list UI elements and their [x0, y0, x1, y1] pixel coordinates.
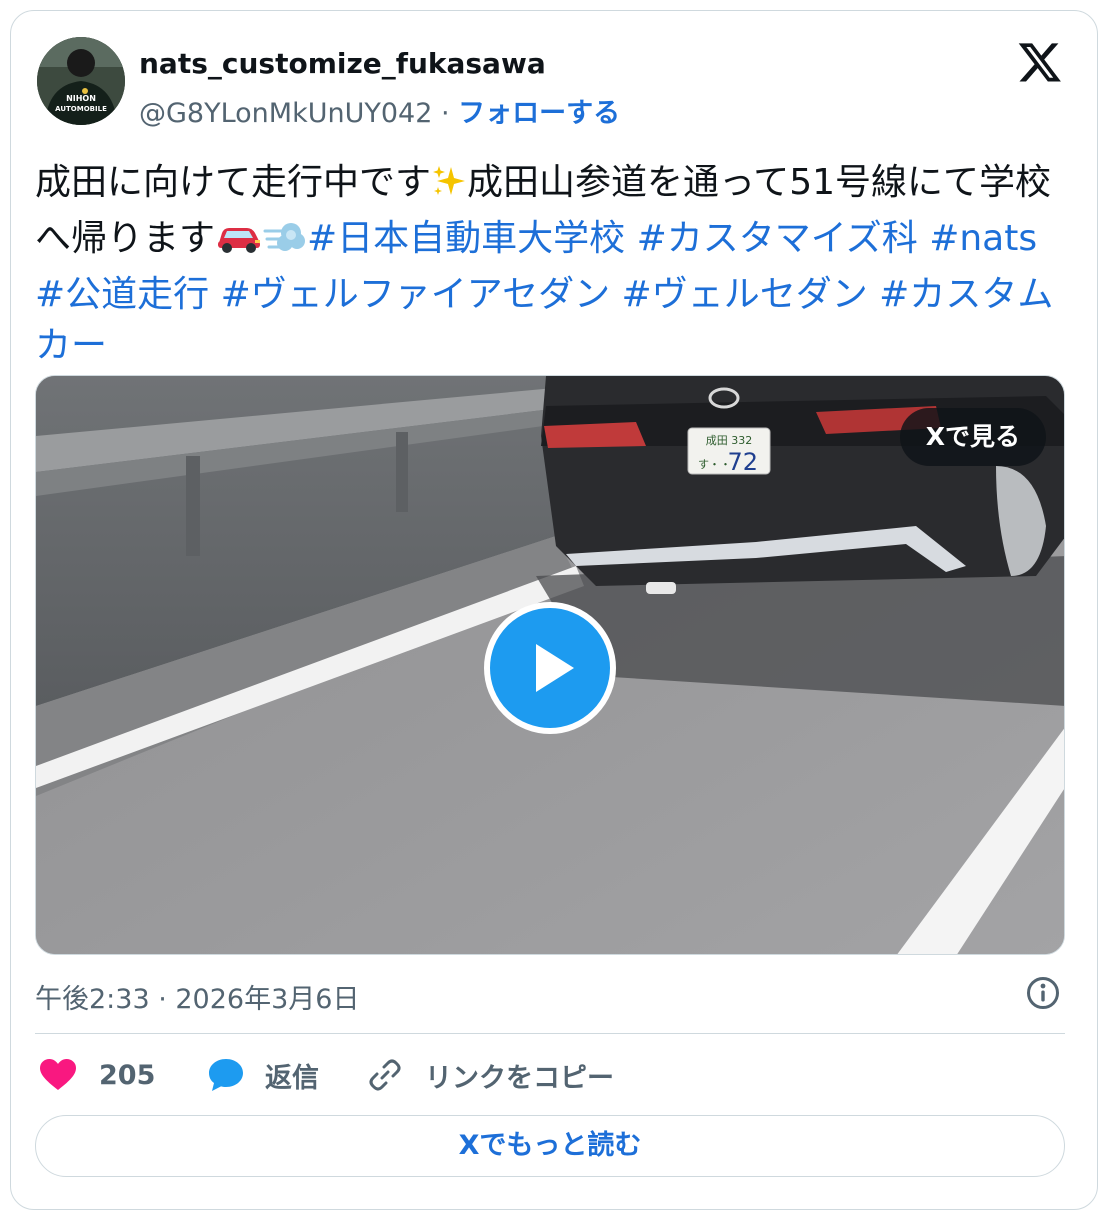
copy-link-button[interactable]: リンクをコピー	[367, 1055, 614, 1095]
video-thumbnail[interactable]: 成田 332 す・・ 72 Xで見る	[35, 375, 1065, 955]
avatar-badge-line1: NIHON	[66, 94, 96, 103]
play-icon	[536, 644, 574, 692]
like-count: 205	[99, 1059, 156, 1091]
hashtag-3[interactable]: #nats	[929, 218, 1037, 259]
read-more-on-x-button[interactable]: Xでもっと読む	[35, 1115, 1065, 1177]
info-icon[interactable]	[1025, 975, 1061, 1011]
sparkles-icon	[431, 162, 467, 213]
avatar-badge-line2: AUTOMOBILE	[55, 105, 107, 113]
tweet-text: 成田に向けて走行中です 成田山参道を通って51号線にて学校へ帰ります #日本自動車大…	[35, 157, 1065, 371]
car-emoji-icon	[215, 218, 263, 269]
plate-number-text: 72	[727, 448, 758, 476]
plate-top-text: 成田 332	[706, 434, 753, 447]
author-display-name[interactable]: nats_customize_fukasawa	[139, 47, 546, 80]
hashtag-5[interactable]: #ヴェルファイアセダン	[221, 274, 610, 315]
author-handle-line: @G8YLonMkUnUY042 · フォローする	[139, 91, 620, 130]
timestamp[interactable]: 午後2:33 · 2026年3月6日	[35, 977, 359, 1016]
follow-button[interactable]: フォローする	[458, 98, 620, 129]
avatar-image: NIHON AUTOMOBILE	[37, 37, 125, 125]
view-on-x-button[interactable]: Xで見る	[899, 408, 1046, 466]
hashtag-2[interactable]: #カスタマイズ科	[637, 218, 918, 259]
like-button[interactable]: 205	[39, 1055, 155, 1095]
play-button[interactable]	[484, 602, 616, 734]
hashtag-6[interactable]: #ヴェルセダン	[622, 274, 868, 315]
reply-button[interactable]: 返信	[207, 1055, 319, 1095]
dash-emoji-icon	[263, 218, 307, 269]
reply-bubble-icon	[209, 1059, 243, 1091]
avatar[interactable]: NIHON AUTOMOBILE	[37, 37, 125, 125]
hashtag-4[interactable]: #公道走行	[35, 274, 209, 315]
link-icon	[369, 1059, 401, 1091]
author-handle[interactable]: @G8YLonMkUnUY042	[139, 98, 432, 129]
handle-separator: ·	[440, 98, 450, 129]
tweet-text-part1: 成田に向けて走行中です	[35, 162, 432, 203]
reply-label: 返信	[265, 1062, 319, 1094]
tweet-card: NIHON AUTOMOBILE nats_customize_fukasawa…	[10, 10, 1098, 1210]
copy-link-label: リンクをコピー	[425, 1062, 614, 1094]
x-logo-icon[interactable]	[1017, 39, 1063, 85]
plate-kana-text: す・・	[698, 458, 731, 471]
hashtag-1[interactable]: #日本自動車大学校	[307, 218, 625, 259]
heart-icon	[40, 1059, 76, 1090]
divider	[35, 1033, 1065, 1034]
